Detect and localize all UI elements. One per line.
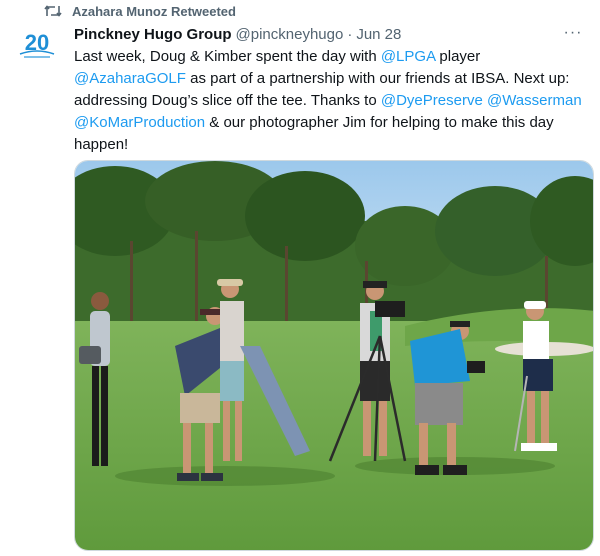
mention-lpga[interactable]: @LPGA xyxy=(381,48,435,65)
more-icon[interactable]: ··· xyxy=(562,24,584,42)
tweet-text-segment: player xyxy=(435,48,481,65)
golf-course-photo xyxy=(75,161,593,550)
tweet-date[interactable]: Jun 28 xyxy=(356,26,401,43)
tweet-photo[interactable] xyxy=(74,160,594,551)
author-name[interactable]: Pinckney Hugo Group xyxy=(74,26,232,43)
mention-komarproduction[interactable]: @KoMarProduction xyxy=(74,114,205,131)
mention-dyepreserve[interactable]: @DyePreserve xyxy=(381,92,483,109)
separator-dot: · xyxy=(347,25,353,43)
mention-azaharagolf[interactable]: @AzaharaGOLF xyxy=(74,70,186,87)
anniversary-20-logo: 20 xyxy=(19,30,55,58)
retweet-context[interactable]: Azahara Munoz Retweeted xyxy=(44,2,236,20)
retweet-icon xyxy=(44,4,62,18)
tweet-text-segment: Last week, Doug & Kimber spent the day w… xyxy=(74,48,381,65)
tweet: Pinckney Hugo Group @pinckneyhugo · Jun … xyxy=(74,24,586,156)
author-handle[interactable]: @pinckneyhugo xyxy=(236,26,344,43)
tweet-header: Pinckney Hugo Group @pinckneyhugo · Jun … xyxy=(74,24,586,44)
retweet-label: Azahara Munoz Retweeted xyxy=(72,3,236,19)
tweet-text: Last week, Doug & Kimber spent the day w… xyxy=(74,46,586,156)
avatar[interactable]: 20 xyxy=(14,24,60,70)
mention-wasserman[interactable]: @Wasserman xyxy=(487,92,582,109)
